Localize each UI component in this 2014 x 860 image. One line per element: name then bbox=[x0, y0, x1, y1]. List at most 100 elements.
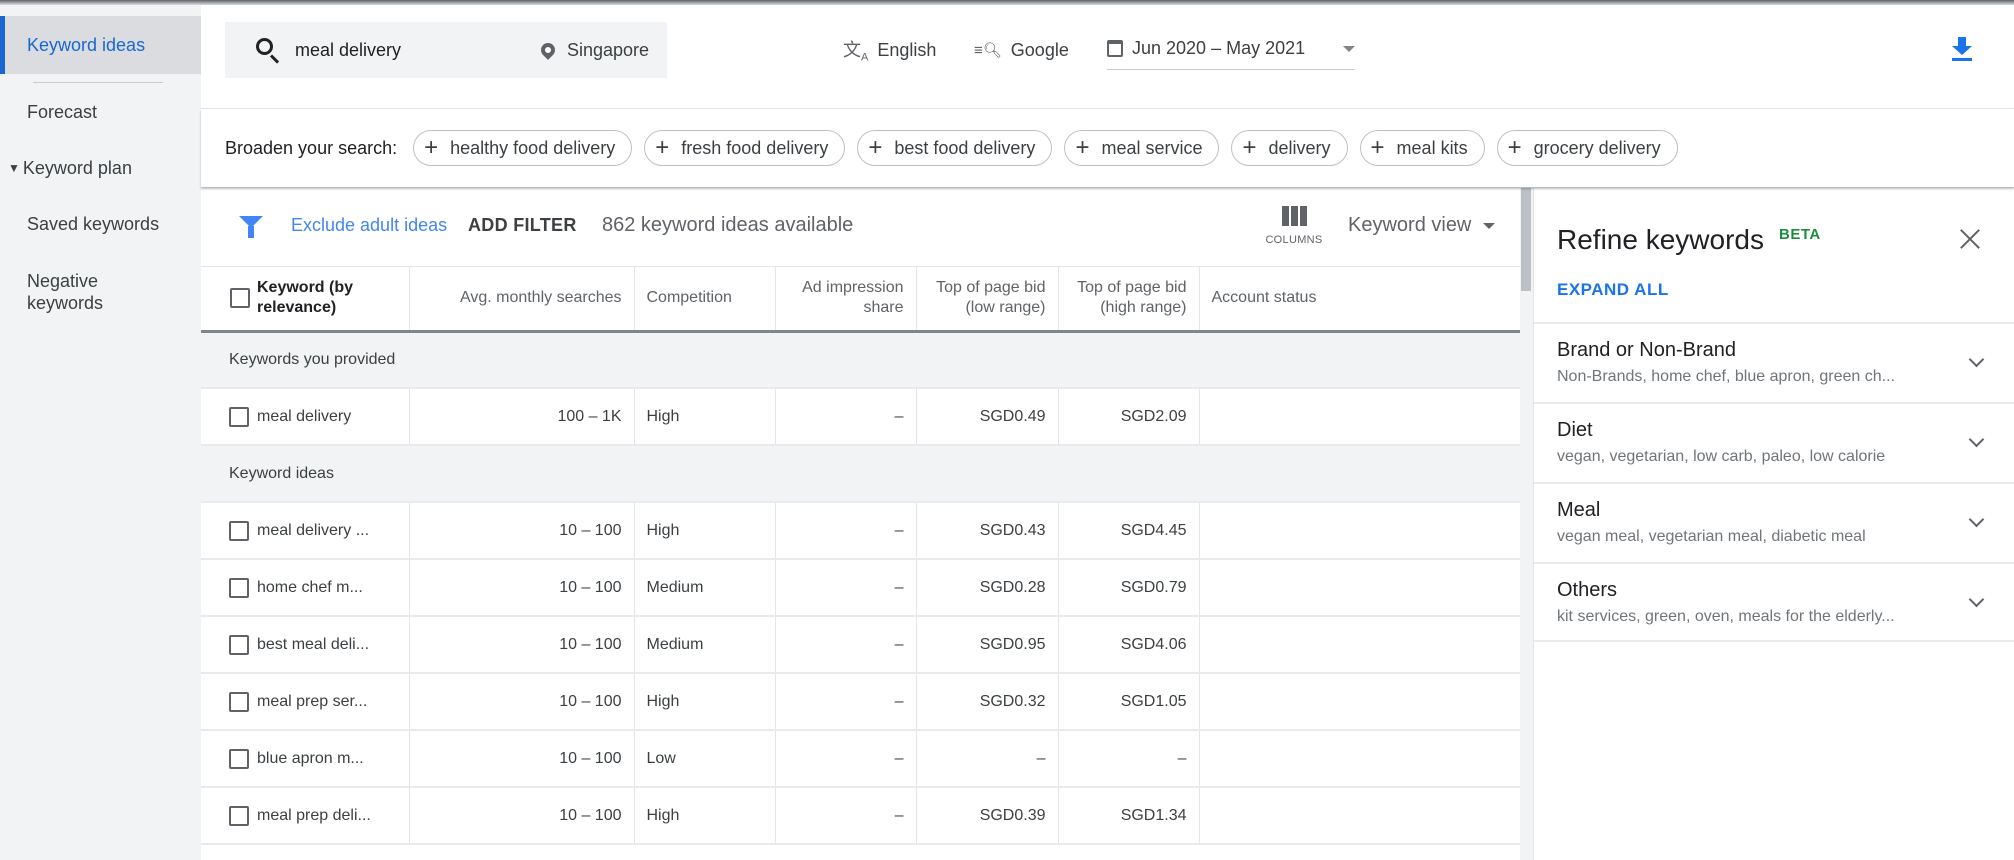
download-icon[interactable] bbox=[1951, 37, 1973, 63]
refine-item-others[interactable]: Others kit services, green, oven, meals … bbox=[1534, 562, 2014, 642]
refine-item-meal[interactable]: Meal vegan meal, vegetarian meal, diabet… bbox=[1534, 482, 2014, 562]
account-status-cell bbox=[1199, 559, 1520, 617]
bid-high-cell: SGD1.34 bbox=[1058, 787, 1200, 845]
avg-monthly-searches-cell: 100 – 1K bbox=[409, 388, 635, 446]
keyword-cell[interactable]: meal prep ser... bbox=[251, 673, 410, 731]
broaden-chip[interactable]: + delivery bbox=[1231, 130, 1348, 166]
bid-low-cell: SGD0.28 bbox=[916, 559, 1059, 617]
keyword-cell[interactable]: meal delivery ... bbox=[251, 502, 410, 560]
row-select-cell bbox=[201, 388, 251, 446]
column-header-competition[interactable]: Competition bbox=[634, 267, 776, 333]
columns-button[interactable]: COLUMNS bbox=[1264, 206, 1324, 252]
refine-item-name: Others bbox=[1557, 579, 1618, 601]
close-icon[interactable] bbox=[1959, 228, 1981, 250]
keyword-cell[interactable]: meal delivery bbox=[251, 388, 410, 446]
row-select-cell bbox=[201, 787, 251, 845]
search-network-selector[interactable]: ≡🔍︎ Google bbox=[974, 32, 1069, 68]
bid-low-cell: SGD0.32 bbox=[916, 673, 1059, 731]
keyword-cell[interactable]: home chef m... bbox=[251, 559, 410, 617]
expand-all-button[interactable]: EXPAND ALL bbox=[1557, 280, 1669, 300]
ad-impression-share-cell: – bbox=[775, 673, 917, 731]
chevron-down-icon[interactable] bbox=[1968, 351, 1985, 368]
row-select-cell bbox=[201, 502, 251, 560]
chip-label: meal service bbox=[1101, 137, 1203, 158]
plus-icon: + bbox=[1075, 134, 1090, 161]
row-checkbox[interactable] bbox=[229, 805, 249, 826]
table-row[interactable]: meal delivery 100 – 1K High – SGD0.49 SGD2.09 bbox=[201, 388, 1520, 446]
scrollbar-thumb[interactable] bbox=[1521, 188, 1531, 291]
add-filter-button[interactable]: ADD FILTER bbox=[468, 215, 577, 236]
language-selector[interactable]: 文A English bbox=[843, 32, 936, 68]
group-row: Keyword ideas bbox=[201, 445, 1520, 503]
plus-icon: + bbox=[868, 134, 883, 161]
row-checkbox[interactable] bbox=[229, 634, 249, 655]
language-label: English bbox=[877, 39, 937, 60]
row-checkbox[interactable] bbox=[229, 577, 249, 598]
avg-monthly-searches-cell: 10 – 100 bbox=[409, 730, 635, 788]
keyword-cell[interactable]: best meal deli... bbox=[251, 616, 410, 674]
broaden-chip[interactable]: + fresh food delivery bbox=[644, 130, 846, 166]
table-row[interactable]: meal delivery ... 10 – 100 High – SGD0.43 SGD… bbox=[201, 502, 1520, 560]
row-checkbox[interactable] bbox=[229, 520, 249, 541]
broaden-chip[interactable]: + grocery delivery bbox=[1496, 130, 1678, 166]
refine-list: Brand or Non-Brand Non-Brands, home chef… bbox=[1534, 322, 2014, 642]
broaden-chip[interactable]: + meal service bbox=[1064, 130, 1220, 166]
bid-high-cell: SGD0.79 bbox=[1058, 559, 1200, 617]
chip-label: healthy food delivery bbox=[450, 137, 616, 158]
refine-item-name: Diet bbox=[1557, 419, 1593, 441]
sidebar-item-negative-keywords[interactable]: Negative keywords bbox=[0, 270, 150, 314]
chevron-down-icon[interactable] bbox=[1968, 591, 1985, 608]
table-scrollbar[interactable] bbox=[1520, 188, 1533, 860]
sidebar-item-keyword-ideas[interactable]: Keyword ideas bbox=[0, 16, 201, 74]
row-checkbox[interactable] bbox=[229, 691, 249, 712]
column-header-bid-high[interactable]: Top of page bid (high range) bbox=[1058, 267, 1200, 333]
keyword-table: Keyword (by relevance) Avg. monthly sear… bbox=[201, 267, 1520, 845]
table-row[interactable]: best meal deli... 10 – 100 Medium – SGD0.95 S… bbox=[201, 616, 1520, 674]
date-range-label: Jun 2020 – May 2021 bbox=[1132, 38, 1306, 58]
broaden-chip[interactable]: + healthy food delivery bbox=[413, 130, 633, 166]
bid-low-cell: – bbox=[916, 730, 1059, 788]
refine-item-brand[interactable]: Brand or Non-Brand Non-Brands, home chef… bbox=[1534, 322, 2014, 402]
chevron-down-icon[interactable] bbox=[1968, 431, 1985, 448]
refine-item-diet[interactable]: Diet vegan, vegetarian, low carb, paleo,… bbox=[1534, 402, 2014, 482]
refine-title: Refine keywords bbox=[1557, 224, 1764, 255]
keyword-cell[interactable]: blue apron m... bbox=[251, 730, 410, 788]
columns-label: COLUMNS bbox=[1265, 234, 1323, 246]
window-top-edge bbox=[0, 0, 2014, 5]
table-row[interactable]: meal prep deli... 10 – 100 High – SGD0.39 SGD… bbox=[201, 787, 1520, 845]
plus-icon: + bbox=[1370, 134, 1385, 161]
account-status-cell bbox=[1199, 502, 1520, 560]
row-checkbox[interactable] bbox=[229, 406, 249, 427]
column-header-account-status[interactable]: Account status bbox=[1199, 267, 1520, 333]
column-header-avg-monthly-searches[interactable]: Avg. monthly searches bbox=[409, 267, 635, 333]
ad-impression-share-cell: – bbox=[775, 502, 917, 560]
expand-triangle-icon: ▼ bbox=[8, 161, 20, 175]
date-range-selector[interactable]: Jun 2020 – May 2021 bbox=[1107, 34, 1356, 70]
table-row[interactable]: blue apron m... 10 – 100 Low – – – bbox=[201, 730, 1520, 788]
table-row[interactable]: home chef m... 10 – 100 Medium – SGD0.28 SGD0… bbox=[201, 559, 1520, 617]
chip-label: best food delivery bbox=[894, 137, 1036, 158]
chip-label: meal kits bbox=[1396, 137, 1468, 158]
account-status-cell bbox=[1199, 787, 1520, 845]
select-all-checkbox[interactable] bbox=[230, 288, 250, 309]
column-header-keyword[interactable]: Keyword (by relevance) bbox=[251, 267, 410, 333]
chevron-down-icon[interactable] bbox=[1968, 511, 1985, 528]
filter-icon[interactable] bbox=[239, 216, 263, 238]
plus-icon: + bbox=[655, 134, 670, 161]
group-label: Keywords you provided bbox=[201, 331, 1520, 389]
sidebar-item-keyword-plan[interactable]: ▼ Keyword plan bbox=[0, 158, 201, 179]
keyword-cell[interactable]: meal prep deli... bbox=[251, 787, 410, 845]
column-header-ad-impression-share[interactable]: Ad impression share bbox=[775, 267, 917, 333]
sidebar-item-forecast[interactable]: Forecast bbox=[0, 102, 201, 123]
table-row[interactable]: meal prep ser... 10 – 100 High – SGD0.32 SGD1… bbox=[201, 673, 1520, 731]
location-selector[interactable]: Singapore bbox=[538, 32, 649, 68]
sidebar-item-saved-keywords[interactable]: Saved keywords bbox=[0, 214, 201, 235]
broaden-chip[interactable]: + best food delivery bbox=[857, 130, 1053, 166]
exclude-adult-ideas-filter[interactable]: Exclude adult ideas bbox=[291, 215, 447, 236]
broaden-chip[interactable]: + meal kits bbox=[1359, 130, 1485, 166]
row-checkbox[interactable] bbox=[229, 748, 249, 769]
keyword-view-dropdown[interactable]: Keyword view bbox=[1348, 214, 1496, 237]
column-header-bid-low[interactable]: Top of page bid (low range) bbox=[916, 267, 1059, 333]
avg-monthly-searches-cell: 10 – 100 bbox=[409, 559, 635, 617]
bid-low-cell: SGD0.95 bbox=[916, 616, 1059, 674]
